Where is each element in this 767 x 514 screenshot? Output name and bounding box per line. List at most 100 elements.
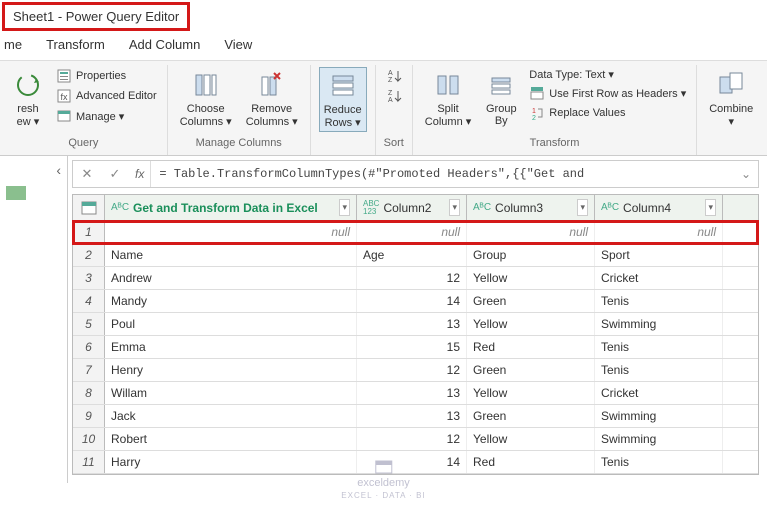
grid-corner[interactable] xyxy=(73,195,105,220)
row-number[interactable]: 9 xyxy=(73,405,105,427)
cell[interactable]: Age xyxy=(357,244,467,266)
cell[interactable]: 13 xyxy=(357,313,467,335)
row-number[interactable]: 11 xyxy=(73,451,105,473)
cell[interactable]: Tenis xyxy=(595,451,723,473)
collapse-pane-icon[interactable]: ‹ xyxy=(56,162,61,178)
remove-columns-icon xyxy=(256,69,288,101)
cell[interactable]: Name xyxy=(105,244,357,266)
cell[interactable]: Green xyxy=(467,359,595,381)
split-column-button[interactable]: Split Column ▾ xyxy=(421,67,475,130)
row-number[interactable]: 3 xyxy=(73,267,105,289)
filter-icon[interactable]: ▾ xyxy=(577,199,588,216)
cell[interactable]: Andrew xyxy=(105,267,357,289)
cell[interactable]: Yellow xyxy=(467,428,595,450)
cell[interactable]: null xyxy=(467,221,595,243)
cell[interactable]: Group xyxy=(467,244,595,266)
sort-desc-button[interactable]: ZA xyxy=(384,87,404,105)
cell[interactable]: 13 xyxy=(357,405,467,427)
tab-view[interactable]: View xyxy=(224,37,252,52)
cell[interactable]: Yellow xyxy=(467,267,595,289)
row-number[interactable]: 10 xyxy=(73,428,105,450)
cell[interactable]: 14 xyxy=(357,290,467,312)
filter-icon[interactable]: ▾ xyxy=(705,199,716,216)
row-number[interactable]: 5 xyxy=(73,313,105,335)
cell[interactable]: Swimming xyxy=(595,313,723,335)
cell[interactable]: Green xyxy=(467,405,595,427)
table-row[interactable]: 2NameAgeGroupSport xyxy=(73,244,758,267)
cell[interactable]: Tenis xyxy=(595,336,723,358)
cell[interactable]: 12 xyxy=(357,359,467,381)
cell[interactable]: Mandy xyxy=(105,290,357,312)
row-number[interactable]: 1 xyxy=(73,221,105,243)
first-row-headers-button[interactable]: Use First Row as Headers ▾ xyxy=(527,84,688,102)
cell[interactable]: Robert xyxy=(105,428,357,450)
cell[interactable]: Yellow xyxy=(467,313,595,335)
formula-input[interactable] xyxy=(151,167,734,181)
column-header-2[interactable]: ABC 123Column2▾ xyxy=(357,195,467,220)
cell[interactable]: Harry xyxy=(105,451,357,473)
table-row[interactable]: 10Robert12YellowSwimming xyxy=(73,428,758,451)
table-row[interactable]: 4Mandy14GreenTenis xyxy=(73,290,758,313)
cell[interactable]: Swimming xyxy=(595,405,723,427)
cell[interactable]: Sport xyxy=(595,244,723,266)
row-number[interactable]: 8 xyxy=(73,382,105,404)
formula-expand-icon[interactable]: ⌄ xyxy=(734,167,758,181)
filter-icon[interactable]: ▾ xyxy=(339,199,350,216)
table-row[interactable]: 7Henry12GreenTenis xyxy=(73,359,758,382)
row-number[interactable]: 6 xyxy=(73,336,105,358)
cell[interactable]: null xyxy=(357,221,467,243)
cell[interactable]: Cricket xyxy=(595,267,723,289)
cell[interactable]: 12 xyxy=(357,428,467,450)
cell[interactable]: Yellow xyxy=(467,382,595,404)
table-row[interactable]: 3Andrew12YellowCricket xyxy=(73,267,758,290)
cell[interactable]: Emma xyxy=(105,336,357,358)
row-number[interactable]: 2 xyxy=(73,244,105,266)
formula-enter-icon[interactable]: ✓ xyxy=(101,166,129,182)
reduce-rows-button[interactable]: Reduce Rows ▾ xyxy=(319,67,367,132)
data-type-button[interactable]: Data Type: Text ▾ xyxy=(527,67,688,82)
column-header-3[interactable]: AᴮCColumn3▾ xyxy=(467,195,595,220)
query-item[interactable] xyxy=(6,186,26,200)
ribbon-group-combine: Combine ▾ xyxy=(697,65,765,155)
cell[interactable]: Willam xyxy=(105,382,357,404)
cell[interactable]: Henry xyxy=(105,359,357,381)
cell[interactable]: Tenis xyxy=(595,359,723,381)
table-row[interactable]: 8Willam13YellowCricket xyxy=(73,382,758,405)
formula-cancel-icon[interactable]: ✕ xyxy=(73,166,101,182)
cell[interactable]: null xyxy=(105,221,357,243)
cell[interactable]: null xyxy=(595,221,723,243)
cell[interactable]: Tenis xyxy=(595,290,723,312)
tab-add-column[interactable]: Add Column xyxy=(129,37,201,52)
combine-button[interactable]: Combine ▾ xyxy=(705,67,757,130)
group-by-button[interactable]: Group By xyxy=(481,67,521,129)
replace-values-button[interactable]: 12Replace Values xyxy=(527,104,688,122)
cell[interactable]: Poul xyxy=(105,313,357,335)
cell[interactable]: Jack xyxy=(105,405,357,427)
table-row[interactable]: 6Emma15RedTenis xyxy=(73,336,758,359)
tab-transform[interactable]: Transform xyxy=(46,37,105,52)
cell[interactable]: Green xyxy=(467,290,595,312)
remove-columns-button[interactable]: Remove Columns ▾ xyxy=(242,67,302,130)
cell[interactable]: Red xyxy=(467,336,595,358)
choose-columns-button[interactable]: Choose Columns ▾ xyxy=(176,67,236,130)
cell[interactable]: 13 xyxy=(357,382,467,404)
manage-button[interactable]: Manage ▾ xyxy=(54,107,159,125)
row-number[interactable]: 4 xyxy=(73,290,105,312)
filter-icon[interactable]: ▾ xyxy=(449,199,460,216)
row-number[interactable]: 7 xyxy=(73,359,105,381)
column-header-4[interactable]: AᴮCColumn4▾ xyxy=(595,195,723,220)
refresh-preview-button[interactable]: resh ew ▾ xyxy=(8,67,48,130)
sort-asc-button[interactable]: AZ xyxy=(384,67,404,85)
cell[interactable]: 15 xyxy=(357,336,467,358)
cell[interactable]: Red xyxy=(467,451,595,473)
advanced-editor-button[interactable]: fxAdvanced Editor xyxy=(54,87,159,105)
table-row[interactable]: 5Poul13YellowSwimming xyxy=(73,313,758,336)
table-row[interactable]: 9Jack13GreenSwimming xyxy=(73,405,758,428)
properties-button[interactable]: Properties xyxy=(54,67,159,85)
cell[interactable]: Cricket xyxy=(595,382,723,404)
tab-home[interactable]: me xyxy=(4,37,22,52)
cell[interactable]: 12 xyxy=(357,267,467,289)
cell[interactable]: Swimming xyxy=(595,428,723,450)
column-header-1[interactable]: AᴮCGet and Transform Data in Excel▾ xyxy=(105,195,357,220)
table-row[interactable]: 1nullnullnullnull xyxy=(73,221,758,244)
